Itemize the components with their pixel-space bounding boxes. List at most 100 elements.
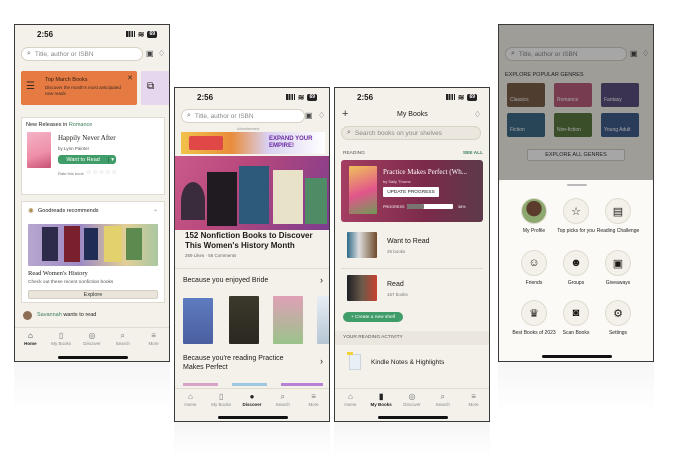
home-indicator bbox=[542, 355, 612, 358]
explore-button[interactable]: Explore bbox=[28, 290, 158, 299]
search-input[interactable]: ⌕ Title, author or ISBN bbox=[21, 47, 143, 61]
books-collage[interactable] bbox=[28, 224, 158, 266]
wifi-icon: ≋ bbox=[297, 92, 305, 102]
book-cover[interactable] bbox=[229, 296, 259, 344]
banner-copy-icon: ⧉ bbox=[147, 81, 155, 92]
menu-label[interactable]: Scan Books bbox=[554, 330, 598, 336]
new-releases-card: New Releases in Romance Happily Never Af… bbox=[21, 117, 165, 195]
reading-challenge-icon[interactable]: ▤ bbox=[605, 198, 631, 224]
compass-icon: ◎ bbox=[408, 392, 416, 401]
menu-icon: ≡ bbox=[471, 392, 476, 401]
phone-my-books: 2:56 ≋ 69 + My Books ♢ ⌕ Search books on … bbox=[334, 87, 490, 422]
bell-icon[interactable]: ♢ bbox=[318, 111, 325, 120]
book-author[interactable]: by Lynn Painter bbox=[58, 146, 89, 151]
tab-my-books[interactable]: ▯ My Books bbox=[46, 331, 76, 346]
progress-fill bbox=[407, 204, 425, 209]
groups-icon[interactable]: ☻ bbox=[563, 250, 589, 276]
book-cover[interactable] bbox=[273, 296, 303, 344]
progress-label: PROGRESS bbox=[383, 205, 405, 209]
shelf-want-to-read[interactable]: Want to Read 26 books bbox=[341, 228, 483, 262]
overlay-scrim[interactable] bbox=[499, 25, 653, 180]
kindle-label: Kindle Notes & Highlights bbox=[371, 359, 445, 366]
tab-discover[interactable]: ◎ Discover bbox=[77, 331, 107, 346]
tab-bar: ⌂ Home ▯ My Books ● Discover ⌕ Search ≡ More bbox=[175, 388, 329, 414]
tab-search[interactable]: ⌕ Search bbox=[108, 331, 138, 346]
menu-label[interactable]: Reading Challenge bbox=[596, 228, 640, 234]
menu-label[interactable]: My Profile bbox=[512, 228, 556, 234]
top-books-banner[interactable]: ☰ Top March Books Discover the month's m… bbox=[21, 71, 137, 105]
tab-discover[interactable]: ◎ Discover bbox=[397, 392, 427, 407]
currently-reading-card[interactable]: Practice Makes Perfect (Wh... by Sally T… bbox=[341, 160, 483, 222]
book-cover[interactable] bbox=[349, 166, 377, 214]
avatar[interactable] bbox=[23, 311, 32, 320]
menu-label[interactable]: Giveaways bbox=[596, 280, 640, 286]
add-icon[interactable]: + bbox=[342, 108, 348, 120]
rating-stars[interactable]: ☆☆☆☆☆ bbox=[86, 169, 118, 176]
tab-my-books[interactable]: ▮ My Books bbox=[366, 392, 396, 407]
menu-label[interactable]: Best Books of 2023 bbox=[512, 330, 556, 336]
top-picks-icon[interactable]: ☆ bbox=[563, 198, 589, 224]
tab-home[interactable]: ⌂ Home bbox=[175, 392, 205, 407]
ad-banner[interactable]: EXPAND YOUR EMPIRE! bbox=[181, 132, 325, 154]
hero-meta: 269 Likes · 56 Comments bbox=[185, 253, 237, 258]
close-icon[interactable]: ✕ bbox=[127, 74, 133, 82]
profile-avatar[interactable] bbox=[521, 198, 547, 224]
search-input[interactable]: ⌕ Title, author or ISBN bbox=[181, 109, 305, 123]
tab-home[interactable]: ⌂ Home bbox=[335, 392, 365, 407]
trophy-icon[interactable]: ♛ bbox=[521, 300, 547, 326]
rec-title[interactable]: Read Women's History bbox=[28, 270, 88, 277]
bell-icon[interactable]: ♢ bbox=[158, 49, 165, 58]
shelf-search-input[interactable]: ⌕ Search books on your shelves bbox=[341, 126, 481, 140]
tab-more[interactable]: ≡ More bbox=[459, 392, 489, 407]
search-icon: ⌕ bbox=[347, 129, 351, 136]
ad-label: Advertisement bbox=[237, 127, 260, 131]
tab-search[interactable]: ⌕ Search bbox=[428, 392, 458, 407]
settings-icon[interactable]: ⚙ bbox=[605, 300, 631, 326]
tab-discover[interactable]: ● Discover bbox=[237, 392, 267, 407]
see-all-link[interactable]: SEE ALL bbox=[463, 151, 483, 156]
tab-search[interactable]: ⌕ Search bbox=[268, 392, 298, 407]
chevron-down-icon[interactable]: ⌄ bbox=[153, 206, 158, 213]
shelf-read[interactable]: Read 167 books bbox=[341, 268, 483, 304]
rec-subtitle: Check out these recent nonfiction books bbox=[28, 280, 114, 285]
menu-label[interactable]: Top picks for you bbox=[554, 228, 598, 234]
hero-image[interactable] bbox=[175, 156, 329, 230]
update-progress-button[interactable]: UPDATE PROGRESS bbox=[383, 187, 439, 197]
sheet-handle[interactable] bbox=[567, 184, 587, 186]
dropdown-icon[interactable]: ▾ bbox=[108, 156, 116, 163]
tab-home[interactable]: ⌂ Home bbox=[15, 331, 45, 346]
next-banner[interactable]: ⧉ bbox=[141, 71, 169, 105]
tab-more[interactable]: ≡ More bbox=[139, 331, 169, 346]
friends-icon[interactable]: ☺ bbox=[521, 250, 547, 276]
kindle-row[interactable]: Kindle Notes & Highlights bbox=[341, 350, 483, 378]
friend-update[interactable]: Savannah wants to read bbox=[21, 309, 165, 323]
create-shelf-button[interactable]: + Create a new shelf bbox=[343, 312, 403, 322]
activity-label: YOUR READING ACTIVITY bbox=[343, 335, 403, 340]
menu-label[interactable]: Friends bbox=[512, 280, 556, 286]
chevron-right-icon[interactable]: › bbox=[320, 275, 323, 285]
camera-icon[interactable]: ▣ bbox=[305, 111, 313, 120]
tab-my-books[interactable]: ▯ My Books bbox=[206, 392, 236, 407]
giveaways-icon[interactable]: ▣ bbox=[605, 250, 631, 276]
status-bar: 2:56 ≋ 69 bbox=[175, 88, 329, 106]
home-indicator bbox=[58, 356, 128, 359]
search-icon: ⌕ bbox=[440, 392, 446, 401]
scan-camera-icon[interactable]: ◙ bbox=[563, 300, 589, 326]
chevron-right-icon[interactable]: › bbox=[320, 356, 323, 366]
book-title[interactable]: Happily Never After bbox=[58, 134, 116, 142]
because-practice-row[interactable]: Because you're reading Practice Makes Pe… bbox=[175, 350, 329, 380]
want-to-read-button[interactable]: Want to Read ▾ bbox=[58, 155, 116, 164]
hero-title[interactable]: 152 Nonfiction Books to Discover This Wo… bbox=[185, 231, 325, 250]
camera-icon[interactable]: ▣ bbox=[146, 49, 154, 58]
book-cover[interactable] bbox=[317, 296, 329, 344]
because-bride-row[interactable]: Because you enjoyed Bride › bbox=[175, 268, 329, 296]
book-cover[interactable] bbox=[183, 298, 213, 344]
tab-more[interactable]: ≡ More bbox=[299, 392, 329, 407]
book-cover[interactable] bbox=[27, 132, 51, 168]
menu-label[interactable]: Settings bbox=[596, 330, 640, 336]
menu-label[interactable]: Groups bbox=[554, 280, 598, 286]
bell-icon[interactable]: ♢ bbox=[474, 110, 481, 119]
status-bar: 2:56 ≋ 69 bbox=[335, 88, 489, 106]
because-bride-title: Because you enjoyed Bride bbox=[183, 277, 269, 284]
signal-icon bbox=[445, 94, 455, 100]
